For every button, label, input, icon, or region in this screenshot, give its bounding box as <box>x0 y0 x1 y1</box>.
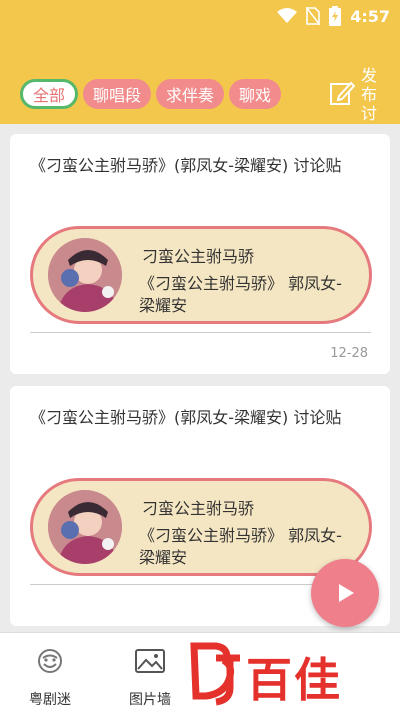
header-bar: 4:57 全部 聊唱段 求伴奏 聊戏 发布讨 <box>0 0 400 124</box>
watermark-logo: 百佳 <box>186 636 378 707</box>
nav-label: 图片墙 <box>129 692 171 708</box>
edit-icon <box>330 81 355 105</box>
nav-item-opera-fans[interactable]: 粤剧迷 <box>0 633 100 711</box>
tab-singing[interactable]: 聊唱段 <box>83 79 152 109</box>
status-time: 4:57 <box>350 6 390 26</box>
nav-label: 粤剧迷 <box>29 692 71 708</box>
opera-mask-icon <box>38 649 62 673</box>
bj-logo-icon <box>190 642 240 706</box>
song-artist: 《刁蛮公主驸马骄》 郭凤女-梁耀安 <box>139 274 342 315</box>
watermark-text: 百佳 <box>246 653 342 707</box>
filter-tabs: 全部 聊唱段 求伴奏 聊戏 <box>20 79 282 109</box>
no-sim-icon <box>306 7 321 25</box>
play-icon <box>339 584 354 602</box>
tab-opera-chat[interactable]: 聊戏 <box>229 79 282 109</box>
song-pill[interactable]: 刁蛮公主驸马骄 《刁蛮公主驸马骄》 郭凤女-梁耀安 <box>30 226 372 324</box>
wifi-icon <box>277 8 298 23</box>
song-artist: 《刁蛮公主驸马骄》 郭凤女-梁耀安 <box>139 526 342 567</box>
post-button-label: 发布讨 <box>361 66 378 123</box>
nav-item-picture-wall[interactable]: 图片墙 <box>100 633 200 711</box>
post-card[interactable]: 《刁蛮公主驸马骄》(郭凤女-梁耀安) 讨论贴 刁蛮公主驸马骄 《刁蛮公主驸马骄》… <box>10 134 390 374</box>
song-name: 刁蛮公主驸马骄 <box>142 499 255 518</box>
play-button[interactable] <box>311 559 379 627</box>
post-title: 《刁蛮公主驸马骄》(郭凤女-梁耀安) 讨论贴 <box>30 408 342 427</box>
tab-accompaniment[interactable]: 求伴奏 <box>156 79 225 109</box>
song-pill[interactable]: 刁蛮公主驸马骄 《刁蛮公主驸马骄》 郭凤女-梁耀安 <box>30 478 372 576</box>
post-date: 12-28 <box>330 346 368 361</box>
post-discussion-button[interactable]: 发布讨 <box>329 66 400 124</box>
post-title: 《刁蛮公主驸马骄》(郭凤女-梁耀安) 讨论贴 <box>30 156 342 175</box>
song-cover-avatar <box>48 490 122 564</box>
status-bar: 4:57 <box>277 6 390 26</box>
song-name: 刁蛮公主驸马骄 <box>142 247 255 266</box>
divider <box>30 332 371 333</box>
song-cover-avatar <box>48 238 122 312</box>
image-icon <box>135 649 165 673</box>
tab-all[interactable]: 全部 <box>20 79 79 109</box>
battery-charging-icon <box>329 6 342 26</box>
